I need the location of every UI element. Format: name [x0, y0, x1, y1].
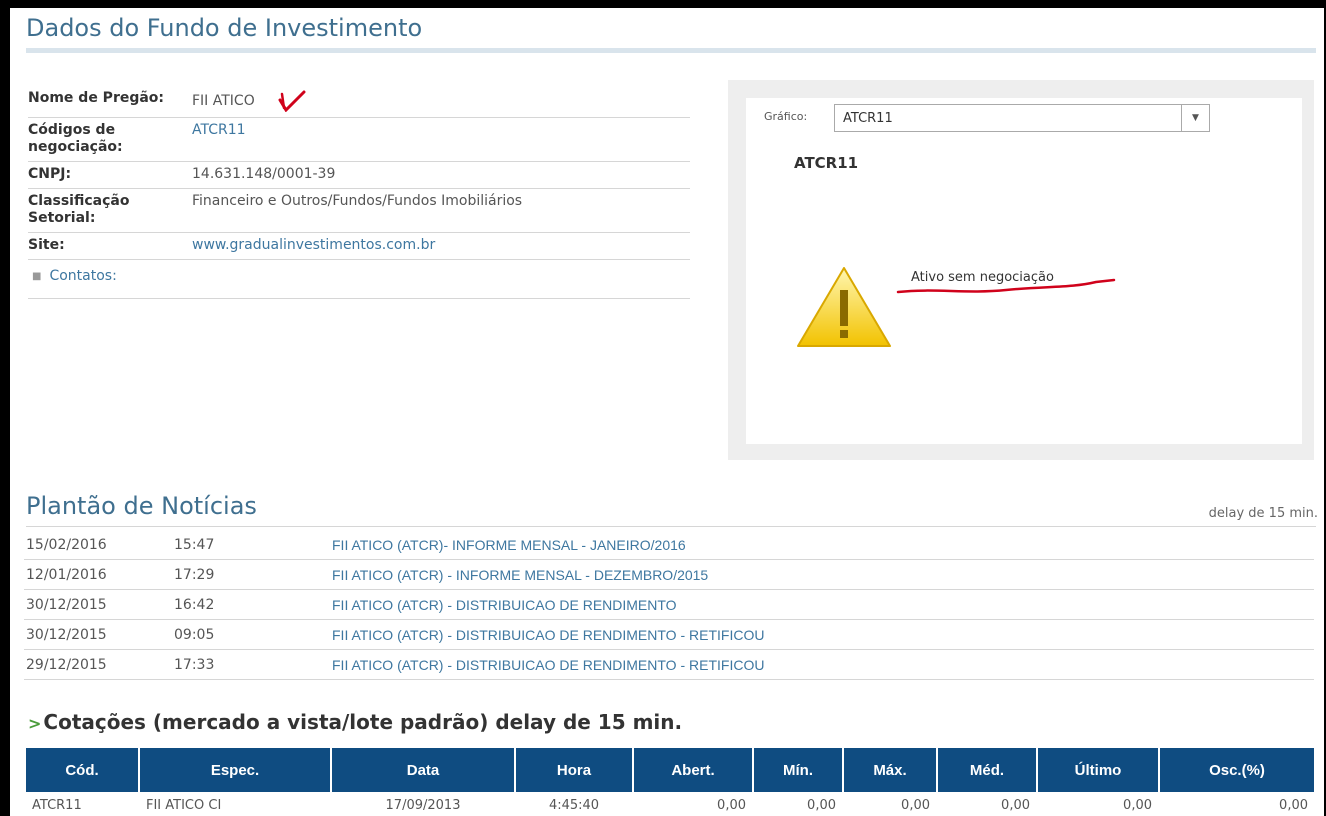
quotes-table: Cód. Espec. Data Hora Abert. Mín. Máx. M… [24, 748, 1316, 816]
page: Dados do Fundo de Investimento Nome de P… [10, 8, 1324, 816]
col-header-date[interactable]: Data [332, 748, 514, 792]
fund-section-title: Dados do Fundo de Investimento [26, 14, 423, 42]
info-row-site: Site: www.gradualinvestimentos.com.br [28, 233, 690, 260]
quotes-title-text: Cotações (mercado a vista/lote padrão) d… [43, 710, 683, 734]
info-row-trading-name: Nome de Pregão: FII ATICO [28, 86, 690, 118]
news-time: 09:05 [174, 626, 215, 643]
info-label: Site: [28, 237, 65, 253]
quotes-row: ATCR11 FII ATICO CI 17/09/2013 4:45:40 0… [26, 792, 1314, 816]
news-time: 17:29 [174, 566, 215, 583]
contacts-label: Contatos: [49, 268, 117, 284]
news-item: 29/12/2015 17:33 FII ATICO (ATCR) - DIST… [24, 650, 1314, 680]
col-header-last[interactable]: Último [1038, 748, 1158, 792]
col-header-avg[interactable]: Méd. [938, 748, 1036, 792]
chart-panel: Gráfico: ATCR11 ▼ ATCR11 Ativo sem negoc… [728, 80, 1314, 460]
warning-icon [797, 267, 891, 347]
col-header-open[interactable]: Abert. [634, 748, 752, 792]
info-value: FII ATICO [192, 90, 690, 112]
col-header-max[interactable]: Máx. [844, 748, 936, 792]
col-header-spec[interactable]: Espec. [140, 748, 330, 792]
news-date: 30/12/2015 [26, 626, 107, 643]
cell-code: ATCR11 [26, 792, 138, 816]
classification-value: Financeiro e Outros/Fundos/Fundos Imobil… [192, 193, 523, 209]
cell-date: 17/09/2013 [332, 792, 514, 816]
chevron-right-icon: > [28, 714, 42, 733]
chart-select-value: ATCR11 [843, 110, 893, 126]
info-label: Nome de Pregão: [28, 90, 165, 106]
chevron-down-icon[interactable]: ▼ [1181, 105, 1209, 131]
chart-select[interactable]: ATCR11 ▼ [834, 104, 1210, 132]
news-time: 17:33 [174, 656, 215, 673]
cell-avg: 0,00 [938, 792, 1036, 816]
cell-open: 0,00 [634, 792, 752, 816]
cell-max: 0,00 [844, 792, 936, 816]
news-time: 15:47 [174, 536, 215, 553]
cell-spec: FII ATICO CI [140, 792, 330, 816]
news-headline-link[interactable]: FII ATICO (ATCR) - DISTRIBUICAO DE RENDI… [332, 657, 764, 673]
news-section-title: Plantão de Notícias [26, 492, 257, 520]
quotes-title: > Cotações (mercado a vista/lote padrão) … [28, 710, 682, 734]
news-date: 12/01/2016 [26, 566, 107, 583]
chart-label: Gráfico: [764, 110, 808, 123]
info-label: Classificação Setorial: [28, 193, 130, 226]
cell-time: 4:45:40 [516, 792, 632, 816]
info-row-cnpj: CNPJ: 14.631.148/0001-39 [28, 162, 690, 189]
contacts-toggle[interactable]: ■ Contatos: [28, 260, 690, 299]
quotes-header-row: Cód. Espec. Data Hora Abert. Mín. Máx. M… [26, 748, 1314, 792]
news-date: 29/12/2015 [26, 656, 107, 673]
col-header-time[interactable]: Hora [516, 748, 632, 792]
info-row-classification: Classificação Setorial: Financeiro e Out… [28, 189, 690, 233]
news-item: 30/12/2015 16:42 FII ATICO (ATCR) - DIST… [24, 590, 1314, 620]
col-header-min[interactable]: Mín. [754, 748, 842, 792]
news-date: 15/02/2016 [26, 536, 107, 553]
info-row-trading-codes: Códigos de negociação: ATCR11 [28, 118, 690, 162]
chart-inner: Gráfico: ATCR11 ▼ ATCR11 Ativo sem negoc… [746, 98, 1302, 444]
fund-title-rule [26, 48, 1316, 53]
bullet-icon: ■ [32, 270, 42, 282]
underline-annotation [896, 278, 1116, 294]
fund-info-table: Nome de Pregão: FII ATICO Códigos de neg… [28, 86, 690, 299]
col-header-osc[interactable]: Osc.(%) [1160, 748, 1314, 792]
cell-min: 0,00 [754, 792, 842, 816]
cell-last: 0,00 [1038, 792, 1158, 816]
news-title-rule [26, 526, 1316, 527]
news-delay-note: delay de 15 min. [1208, 506, 1318, 521]
chart-ticker: ATCR11 [794, 154, 859, 172]
trading-name-value: FII ATICO [192, 93, 255, 109]
news-list: 15/02/2016 15:47 FII ATICO (ATCR)- INFOR… [24, 530, 1314, 680]
news-item: 12/01/2016 17:29 FII ATICO (ATCR) - INFO… [24, 560, 1314, 590]
news-headline-link[interactable]: FII ATICO (ATCR)- INFORME MENSAL - JANEI… [332, 537, 686, 553]
cnpj-value: 14.631.148/0001-39 [192, 166, 336, 182]
news-item: 30/12/2015 09:05 FII ATICO (ATCR) - DIST… [24, 620, 1314, 650]
news-time: 16:42 [174, 596, 215, 613]
news-date: 30/12/2015 [26, 596, 107, 613]
col-header-code[interactable]: Cód. [26, 748, 138, 792]
news-headline-link[interactable]: FII ATICO (ATCR) - DISTRIBUICAO DE RENDI… [332, 627, 764, 643]
cell-osc: 0,00 [1160, 792, 1314, 816]
check-annotation-icon [278, 90, 306, 112]
news-headline-link[interactable]: FII ATICO (ATCR) - DISTRIBUICAO DE RENDI… [332, 597, 677, 613]
info-label: CNPJ: [28, 166, 72, 182]
trading-code-link[interactable]: ATCR11 [192, 122, 690, 156]
info-label: Códigos de negociação: [28, 122, 123, 155]
news-item: 15/02/2016 15:47 FII ATICO (ATCR)- INFOR… [24, 530, 1314, 560]
news-headline-link[interactable]: FII ATICO (ATCR) - INFORME MENSAL - DEZE… [332, 567, 708, 583]
site-link[interactable]: www.gradualinvestimentos.com.br [192, 237, 690, 254]
